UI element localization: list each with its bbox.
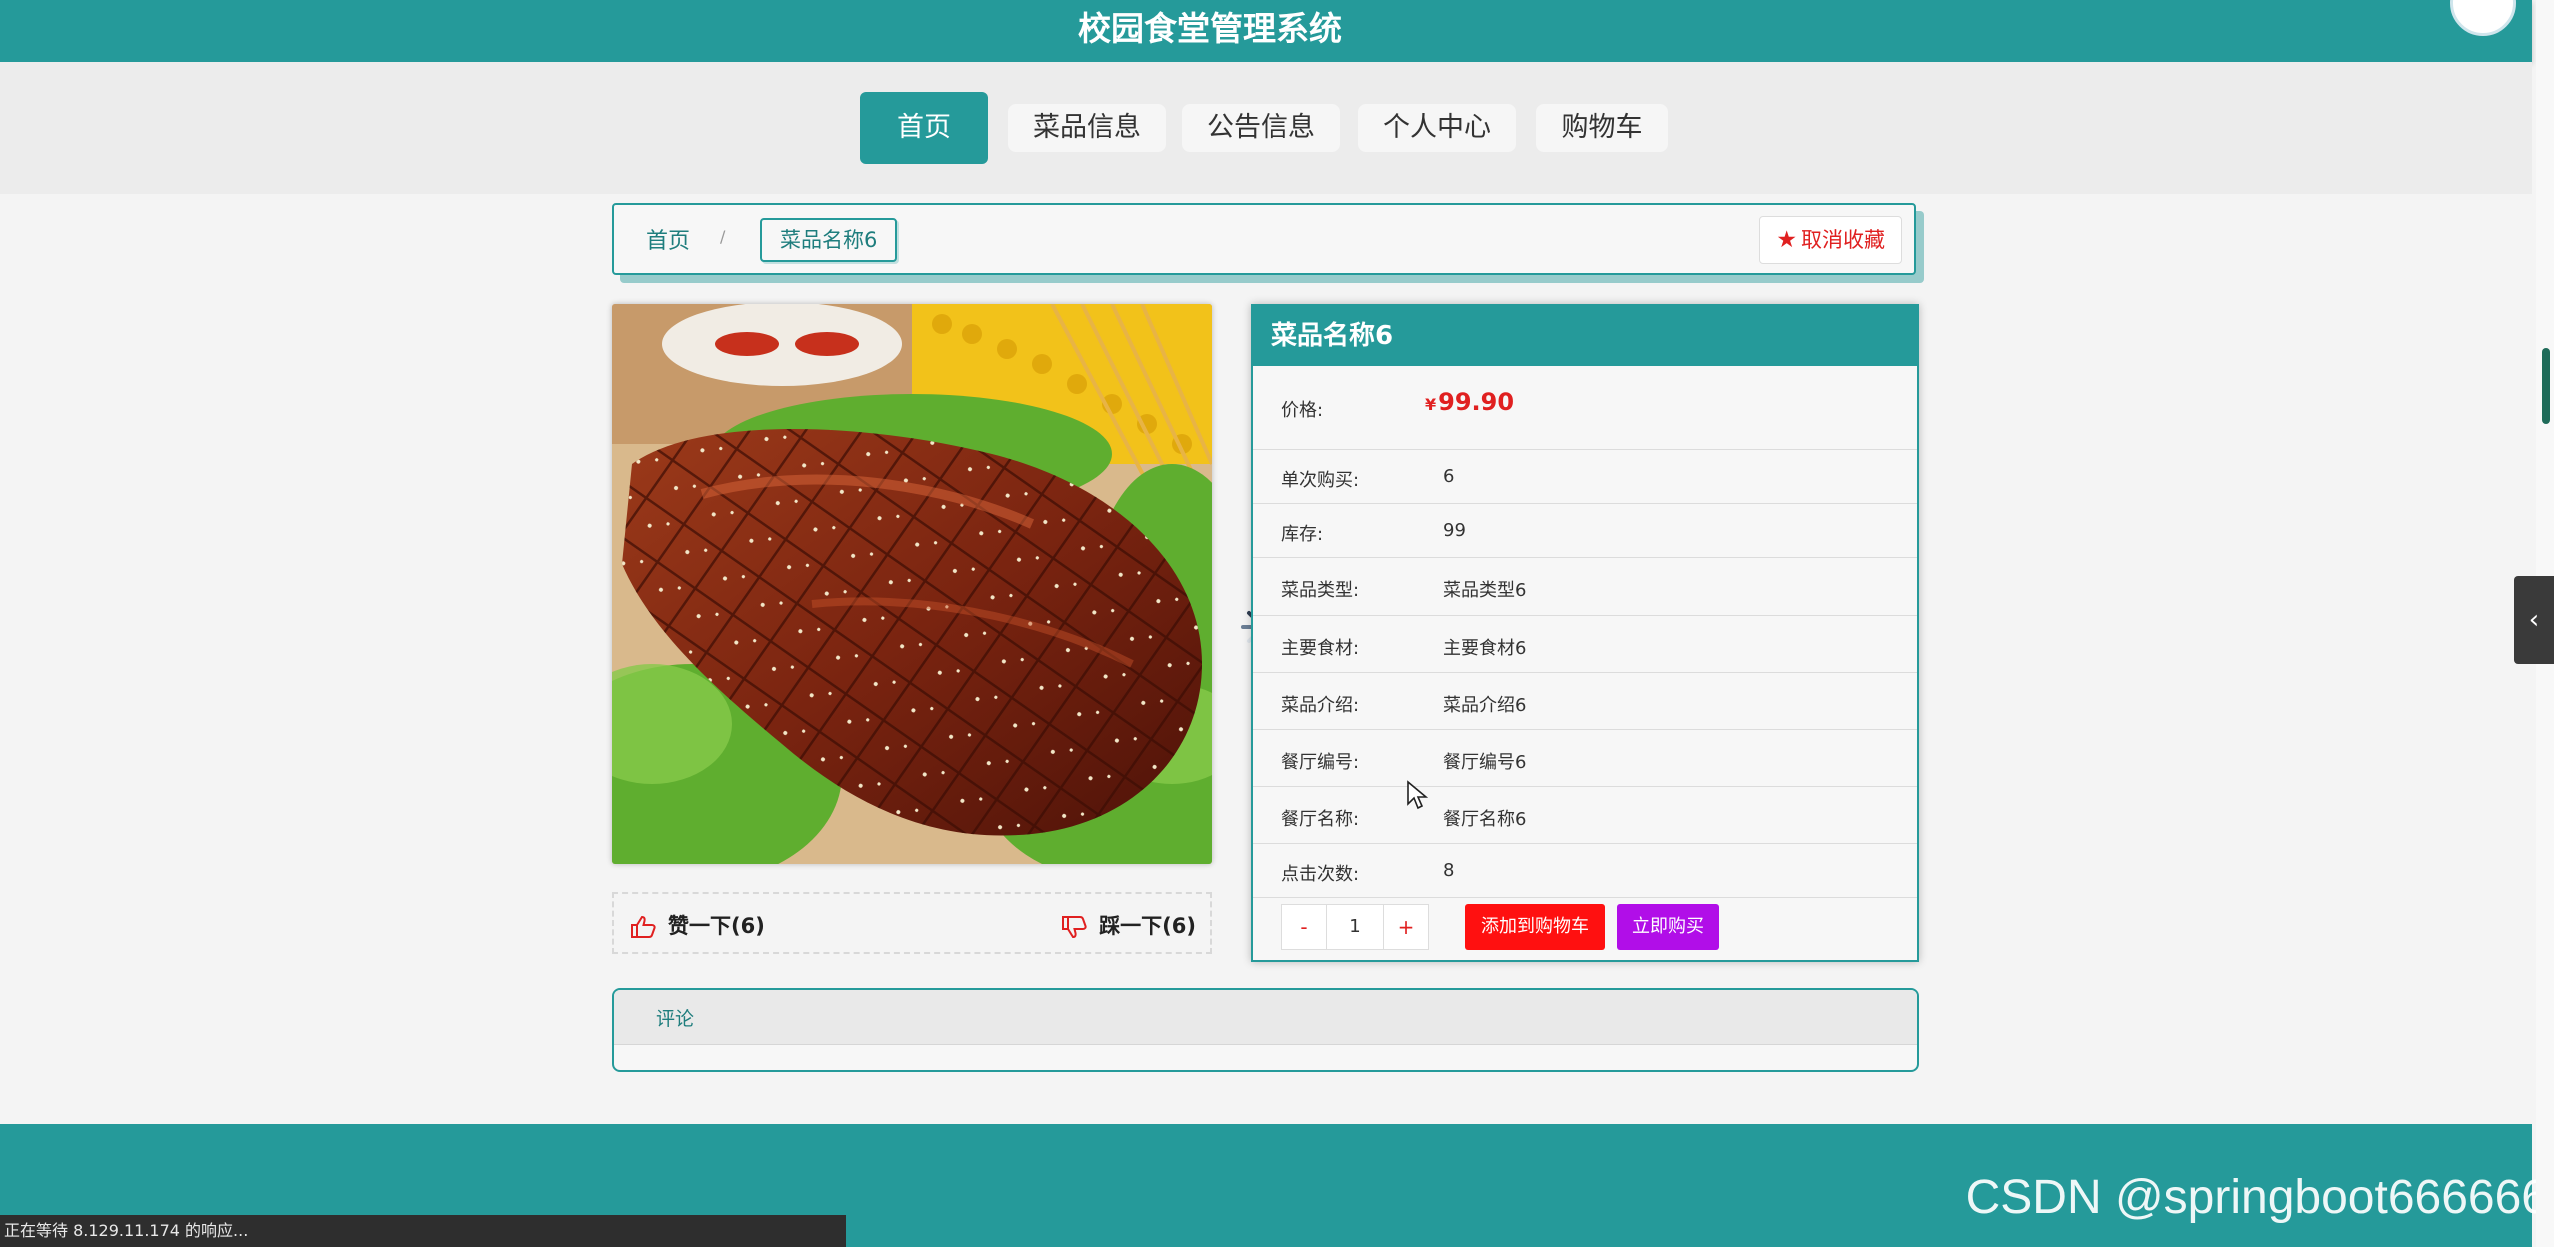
add-to-cart-button[interactable]: 添加到购物车 <box>1465 904 1605 950</box>
price-value: ¥99.90 <box>1425 388 1514 416</box>
detail-row: 菜品类型: 菜品类型6 <box>1253 558 1917 616</box>
nav-announcements[interactable]: 公告信息 <box>1182 104 1340 152</box>
unfavorite-button[interactable]: ★ 取消收藏 <box>1759 216 1902 264</box>
nav-home[interactable]: 首页 <box>860 92 988 164</box>
field-value: 菜品类型6 <box>1443 580 1527 601</box>
side-panel-toggle[interactable]: ‹ <box>2514 576 2554 664</box>
comment-tabbar: 评论 <box>614 990 1917 1045</box>
detail-row: 库存: 99 <box>1253 504 1917 558</box>
site-title: 校园食堂管理系统 <box>1078 9 1342 48</box>
field-value: 主要食材6 <box>1443 638 1527 659</box>
quantity-stepper: - 1 + <box>1281 904 1429 950</box>
avatar[interactable] <box>2450 0 2516 36</box>
top-header: 校园食堂管理系统 <box>0 0 2532 62</box>
quantity-decrease-button[interactable]: - <box>1282 905 1327 949</box>
price-label: 价格: <box>1281 400 1324 421</box>
chevron-left-icon: ‹ <box>2528 605 2540 635</box>
detail-row: 主要食材: 主要食材6 <box>1253 616 1917 673</box>
nav-personal-center[interactable]: 个人中心 <box>1358 104 1516 152</box>
detail-row: 点击次数: 8 <box>1253 844 1917 898</box>
comment-section: 评论 <box>612 988 1919 1072</box>
unfavorite-label: 取消收藏 <box>1801 228 1885 252</box>
breadcrumb-home-link[interactable]: 首页 <box>646 223 690 255</box>
breadcrumb-current: 菜品名称6 <box>760 218 898 262</box>
field-value: 99 <box>1443 520 1466 541</box>
scrollbar-thumb[interactable] <box>2542 348 2550 424</box>
quantity-input[interactable]: 1 <box>1326 905 1384 949</box>
field-value: 餐厅编号6 <box>1443 752 1527 773</box>
field-value: 菜品介绍6 <box>1443 695 1527 716</box>
field-label: 点击次数: <box>1281 864 1360 885</box>
price-amount: 99.90 <box>1438 388 1515 416</box>
detail-row: 单次购买: 6 <box>1253 450 1917 504</box>
detail-panel: 菜品名称6 价格: ¥99.90 单次购买: 6 库存: 99 菜品类型: 菜品… <box>1251 304 1919 962</box>
star-icon: ★ <box>1776 227 1797 253</box>
like-label: 赞一下(6) <box>668 914 765 938</box>
nav-cart[interactable]: 购物车 <box>1536 104 1668 152</box>
field-label: 库存: <box>1281 524 1324 545</box>
field-value: 6 <box>1443 466 1455 487</box>
currency-symbol: ¥ <box>1425 395 1437 414</box>
breadcrumb: 首页 / 菜品名称6 ★ 取消收藏 <box>612 203 1916 275</box>
nav-dishes[interactable]: 菜品信息 <box>1008 104 1166 152</box>
cursor-icon <box>1407 780 1428 810</box>
thumbs-down-icon <box>1062 916 1087 939</box>
detail-title: 菜品名称6 <box>1253 306 1917 366</box>
field-label: 主要食材: <box>1281 638 1360 659</box>
like-button[interactable]: 赞一下(6) <box>630 910 765 940</box>
field-label: 单次购买: <box>1281 470 1360 491</box>
detail-row-price: 价格: ¥99.90 <box>1253 366 1917 450</box>
dislike-button[interactable]: 踩一下(6) <box>1061 910 1196 940</box>
detail-row: 菜品介绍: 菜品介绍6 <box>1253 673 1917 730</box>
field-value: 餐厅名称6 <box>1443 809 1527 830</box>
nav-bar: 首页 菜品信息 公告信息 个人中心 购物车 <box>0 62 2532 194</box>
thumbs-up-icon <box>631 915 656 938</box>
field-label: 菜品类型: <box>1281 580 1360 601</box>
dislike-label: 踩一下(6) <box>1099 914 1196 938</box>
watermark: CSDN @springboot666666 <box>1965 1171 2548 1224</box>
field-label: 菜品介绍: <box>1281 695 1360 716</box>
product-image <box>612 304 1212 864</box>
breadcrumb-separator: / <box>720 227 726 246</box>
vote-bar: 赞一下(6) 踩一下(6) <box>612 892 1212 954</box>
tab-comments[interactable]: 评论 <box>656 1004 694 1031</box>
field-label: 餐厅编号: <box>1281 752 1360 773</box>
field-value: 8 <box>1443 860 1455 881</box>
buy-now-button[interactable]: 立即购买 <box>1617 904 1719 950</box>
page: 校园食堂管理系统 首页 菜品信息 公告信息 个人中心 购物车 首页 / 菜品名称… <box>0 0 2554 1247</box>
detail-row: 餐厅编号: 餐厅编号6 <box>1253 730 1917 787</box>
quantity-increase-button[interactable]: + <box>1383 905 1428 949</box>
detail-row: 餐厅名称: 餐厅名称6 <box>1253 787 1917 844</box>
browser-status-bar: 正在等待 8.129.11.174 的响应... <box>0 1215 846 1247</box>
field-label: 餐厅名称: <box>1281 809 1360 830</box>
